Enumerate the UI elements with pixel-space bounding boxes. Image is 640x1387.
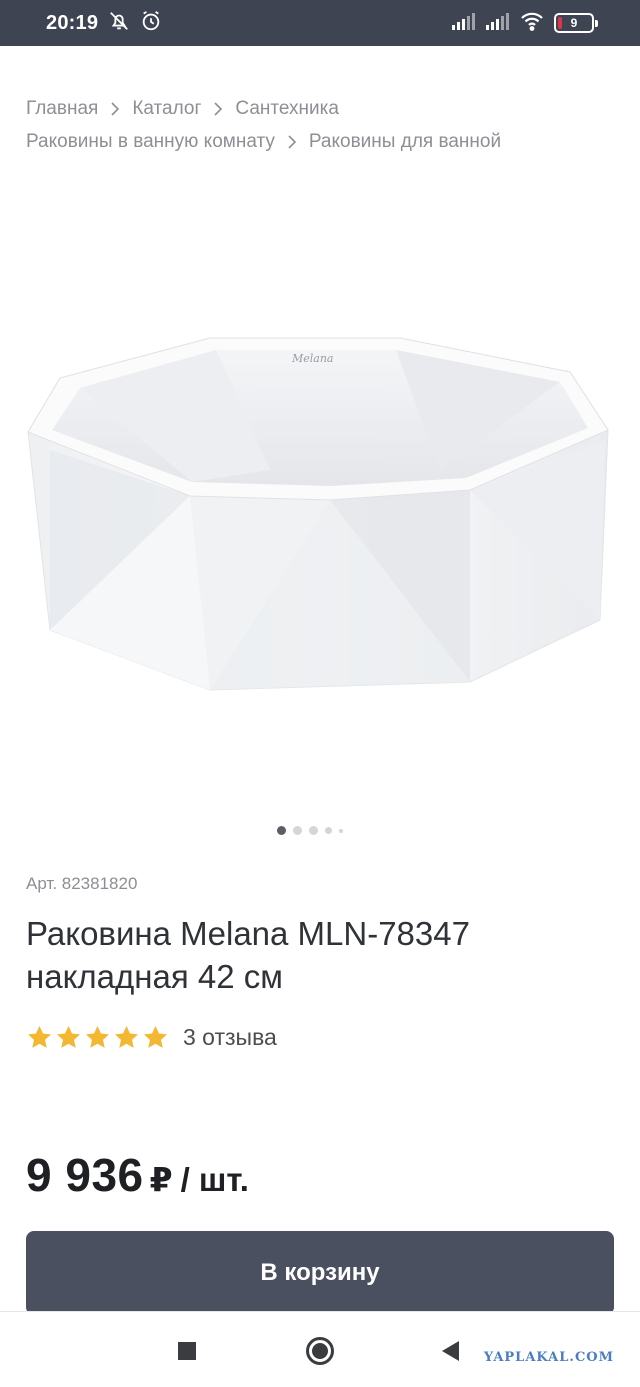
star-icon [144,1026,167,1048]
gallery-dot[interactable] [293,826,302,835]
gallery-dot[interactable] [309,826,318,835]
breadcrumb-item-plumbing[interactable]: Сантехника [235,92,339,125]
star-icon [28,1026,51,1048]
brand-mark: Melana [291,352,334,365]
star-icon [115,1026,138,1048]
product-photo[interactable]: Melana [20,320,620,710]
signal-icon [486,12,510,35]
system-nav-bar: YAPLAKAL.COM [0,1311,640,1387]
gallery-dot[interactable] [339,828,343,833]
breadcrumb-item-sinks[interactable]: Раковины для ванной [309,125,501,158]
add-to-cart-button[interactable]: В корзину [26,1231,614,1315]
price-currency: ₽ [149,1161,173,1198]
chevron-right-icon [98,101,132,116]
clock: 20:19 [46,11,99,34]
breadcrumb-item-home[interactable]: Главная [26,92,98,125]
product-title: Раковина Melana MLN-78347 накладная 42 с… [26,915,470,995]
square-icon [178,1342,196,1360]
price: 9 936 ₽ / шт. [26,1148,249,1202]
recents-button[interactable] [172,1336,202,1366]
gallery-dot-active[interactable] [277,826,286,835]
home-button[interactable] [305,1336,335,1366]
rating-stars [26,1024,169,1051]
reviews-link[interactable]: 3 отзыва [183,1024,277,1051]
rating[interactable]: 3 отзыва [26,1024,277,1051]
breadcrumb-item-bathroom-sinks[interactable]: Раковины в ванную комнату [26,125,275,158]
battery-icon: 9 [554,13,598,33]
status-bar: 20:19 9 [0,0,640,46]
star-icon [57,1026,80,1048]
gallery-pagination [0,826,640,835]
price-unit: / шт. [180,1161,249,1198]
watermark: YAPLAKAL.COM [483,1350,614,1365]
chevron-right-icon [201,101,235,116]
back-button[interactable] [435,1336,465,1366]
alarm-icon [140,10,162,37]
signal-icon [452,12,476,35]
price-amount: 9 936 [26,1149,144,1201]
alarm-off-icon [108,10,130,37]
back-triangle-icon [442,1341,459,1361]
breadcrumb: Главная Каталог Сантехника Раковины в ва… [26,92,616,158]
battery-level: 9 [570,16,578,30]
circle-icon [306,1337,334,1365]
chevron-right-icon [275,134,309,149]
star-icon [86,1026,109,1048]
breadcrumb-item-catalog[interactable]: Каталог [132,92,201,125]
article-number: Арт. 82381820 [26,874,138,893]
wifi-icon [520,11,544,36]
gallery-dot[interactable] [325,827,332,834]
